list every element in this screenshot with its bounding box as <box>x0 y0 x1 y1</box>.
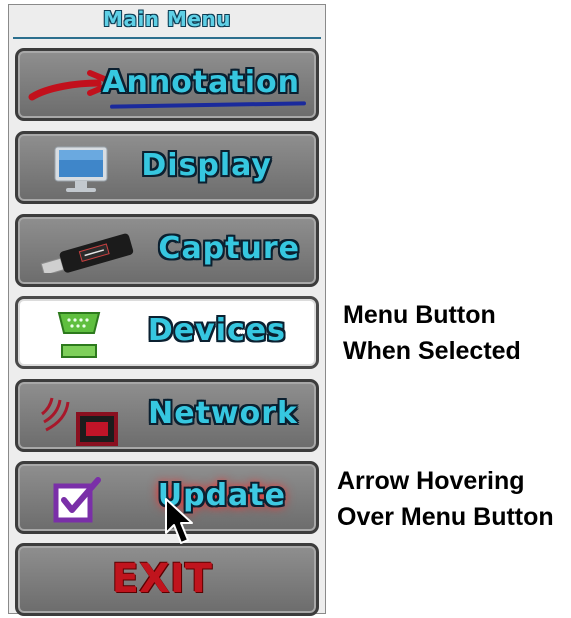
checkbox-icon <box>53 477 101 523</box>
hover-callout: Arrow Hovering Over Menu Button <box>337 463 554 535</box>
selected-callout-line1: Menu Button <box>343 301 496 329</box>
devices-button[interactable]: Devices <box>15 296 319 369</box>
hover-callout-line2: Over Menu Button <box>337 503 554 531</box>
network-icon <box>41 397 118 446</box>
capture-button[interactable]: Capture <box>15 214 319 287</box>
monitor-icon <box>54 146 108 192</box>
display-label: Display <box>141 148 272 183</box>
selected-callout-line2: When Selected <box>343 337 521 365</box>
annotation-label: Annotation <box>102 65 300 100</box>
title-divider <box>13 37 321 39</box>
serial-port-icon <box>57 312 101 358</box>
annotation-underline <box>109 101 307 109</box>
exit-button[interactable]: EXIT <box>15 543 319 616</box>
exit-label: EXIT <box>111 556 212 602</box>
devices-label: Devices <box>147 313 286 348</box>
usb-stick-icon <box>40 233 134 273</box>
annotation-button[interactable]: Annotation <box>15 48 319 121</box>
selected-callout: Menu Button When Selected <box>343 297 521 369</box>
mouse-cursor-icon <box>165 498 193 544</box>
network-button[interactable]: Network <box>15 379 319 452</box>
panel-title: Main Menu <box>103 7 231 31</box>
network-label: Network <box>148 396 298 431</box>
capture-label: Capture <box>158 231 300 266</box>
display-button[interactable]: Display <box>15 131 319 204</box>
hover-callout-line1: Arrow Hovering <box>337 467 525 495</box>
